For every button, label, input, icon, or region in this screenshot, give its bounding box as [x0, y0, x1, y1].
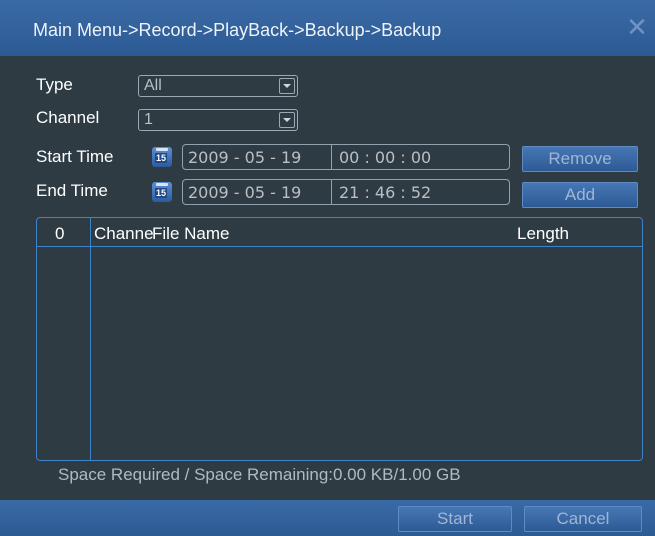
- channel-label: Channel: [36, 108, 100, 127]
- divider: [331, 180, 332, 204]
- column-header-file-name[interactable]: File Name: [152, 224, 229, 244]
- channel-select[interactable]: 1: [138, 109, 298, 131]
- start-date-value[interactable]: 2009 - 05 - 19: [188, 148, 301, 167]
- channel-select-value: 1: [144, 111, 153, 128]
- chevron-down-icon[interactable]: [279, 78, 295, 94]
- table-header-divider: [37, 246, 642, 247]
- calendar-icon[interactable]: 15: [152, 147, 172, 167]
- type-select-value: All: [144, 77, 162, 94]
- start-button[interactable]: Start: [398, 506, 512, 532]
- start-time-field[interactable]: 2009 - 05 - 19 00 : 00 : 00: [182, 144, 510, 170]
- chevron-down-icon[interactable]: [279, 112, 295, 128]
- column-header-length[interactable]: Length: [517, 224, 569, 244]
- add-button[interactable]: Add: [522, 182, 638, 208]
- close-icon[interactable]: ✕: [624, 14, 650, 40]
- end-time-field[interactable]: 2009 - 05 - 19 21 : 46 : 52: [182, 179, 510, 205]
- divider: [331, 145, 332, 169]
- type-select[interactable]: All: [138, 75, 298, 97]
- end-date-value[interactable]: 2009 - 05 - 19: [188, 183, 301, 202]
- start-time-value[interactable]: 00 : 00 : 00: [339, 148, 431, 167]
- calendar-icon[interactable]: 15: [152, 182, 172, 202]
- remove-button[interactable]: Remove: [522, 146, 638, 172]
- file-table[interactable]: 0 Channe File Name Length: [36, 217, 643, 461]
- end-time-value[interactable]: 21 : 46 : 52: [339, 183, 431, 202]
- breadcrumb-title: Main Menu->Record->PlayBack->Backup->Bac…: [33, 20, 442, 40]
- table-column-divider: [90, 218, 91, 460]
- bottom-bar: Start Cancel: [0, 500, 655, 536]
- column-header-channel[interactable]: Channe: [94, 224, 154, 244]
- end-time-label: End Time: [36, 181, 108, 200]
- column-header-index[interactable]: 0: [55, 224, 64, 244]
- title-bar: Main Menu->Record->PlayBack->Backup->Bac…: [0, 0, 655, 56]
- cancel-button[interactable]: Cancel: [524, 506, 642, 532]
- type-label: Type: [36, 75, 73, 94]
- start-time-label: Start Time: [36, 147, 114, 166]
- space-status: Space Required / Space Remaining:0.00 KB…: [58, 465, 461, 484]
